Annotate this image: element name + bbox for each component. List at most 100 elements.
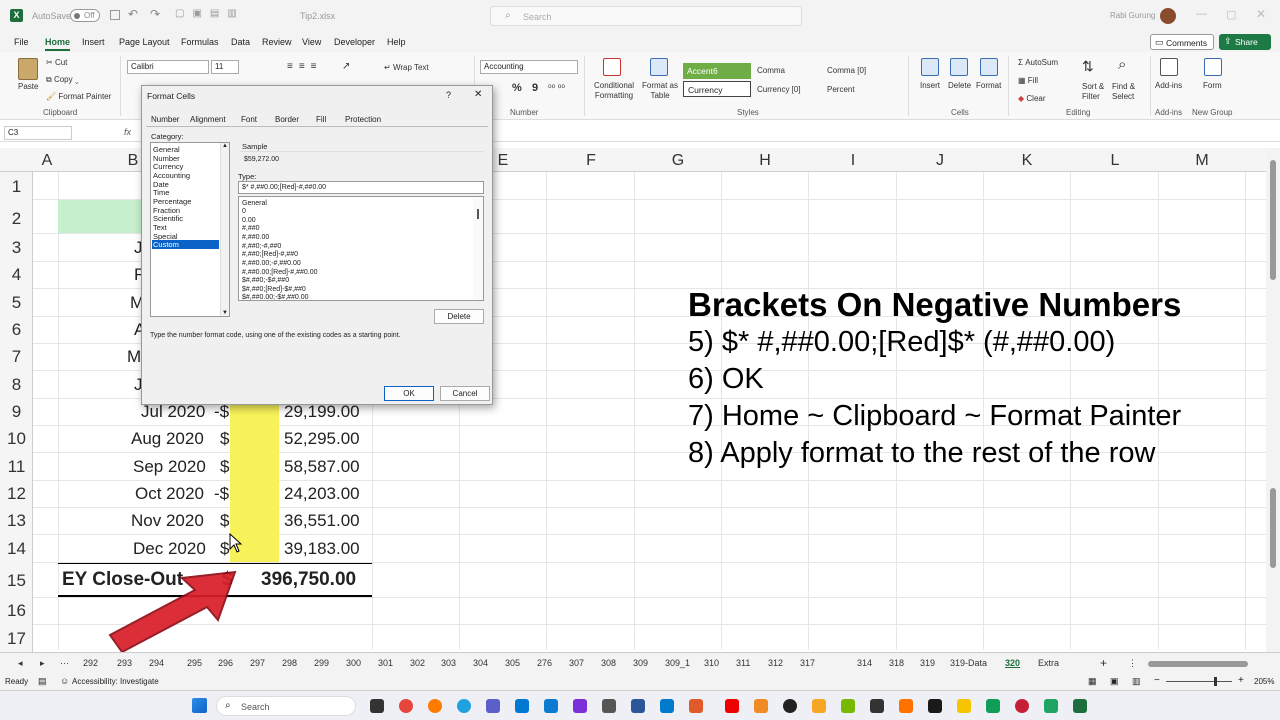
cell-total-amount[interactable]: 396,750.00 <box>261 569 356 591</box>
row-header-13[interactable]: 13 <box>0 511 33 531</box>
row-header-7[interactable]: 7 <box>0 347 33 367</box>
add-sheet-icon[interactable]: + <box>1100 656 1107 670</box>
dialog-tab-protection[interactable]: Protection <box>345 115 381 124</box>
tab-developer[interactable]: Developer <box>334 37 375 47</box>
row-header-9[interactable]: 9 <box>0 402 33 422</box>
youtube-icon[interactable] <box>725 699 739 713</box>
style-comma0[interactable]: Comma [0] <box>827 66 866 75</box>
type-input[interactable]: $* #,##0.00;[Red]-#,##0.00 <box>238 181 484 194</box>
tab-page-layout[interactable]: Page Layout <box>119 37 170 47</box>
sheet-tab[interactable]: 305 <box>505 658 520 668</box>
category-item[interactable]: Text <box>153 223 167 232</box>
maximize-icon[interactable]: ▢ <box>1226 8 1236 21</box>
cell-sym[interactable]: $ <box>220 457 229 477</box>
edge-icon[interactable] <box>457 699 471 713</box>
type-item[interactable]: #,##0.00;-#,##0.00 <box>242 259 301 268</box>
conditional-formatting-icon[interactable] <box>603 58 621 76</box>
app-icon[interactable] <box>1015 699 1029 713</box>
ok-button[interactable]: OK <box>384 386 434 401</box>
form-label[interactable]: Form <box>1203 81 1222 90</box>
type-item[interactable]: #,##0.00 <box>242 233 269 242</box>
autosave-toggle[interactable]: Off <box>70 9 100 22</box>
format-cells-label[interactable]: Format <box>976 81 1001 90</box>
addins-label[interactable]: Add-ins <box>1155 81 1182 90</box>
cell-month[interactable]: Nov 2020 <box>131 511 204 531</box>
cancel-button[interactable]: Cancel <box>440 386 490 401</box>
app-icon[interactable] <box>870 699 884 713</box>
category-item[interactable]: Accounting <box>153 171 190 180</box>
style-percent[interactable]: Percent <box>827 85 855 94</box>
sheet-tab[interactable]: 296 <box>218 658 233 668</box>
cell-month[interactable]: Sep 2020 <box>133 457 206 477</box>
app-icon[interactable] <box>899 699 913 713</box>
col-header-h[interactable]: H <box>758 152 772 170</box>
zoom-slider-thumb[interactable] <box>1214 677 1217 686</box>
dialog-help-button[interactable]: ? <box>446 90 451 100</box>
windows-start-icon[interactable] <box>192 698 207 713</box>
row-header-14[interactable]: 14 <box>0 539 33 559</box>
cut-button[interactable]: ✂ Cut <box>46 58 67 67</box>
cell-month[interactable]: Aug 2020 <box>131 429 204 449</box>
comma-style-button[interactable]: 9 <box>532 82 538 94</box>
sheet-tab[interactable]: 304 <box>473 658 488 668</box>
sheet-tab[interactable]: 295 <box>187 658 202 668</box>
type-item[interactable]: 0 <box>242 207 246 216</box>
dialog-tab-font[interactable]: Font <box>241 115 257 124</box>
page-layout-view-icon[interactable]: ▣ <box>1110 676 1119 687</box>
col-header-l[interactable]: L <box>1108 152 1122 170</box>
style-comma[interactable]: Comma <box>757 66 785 75</box>
category-item[interactable]: Scientific <box>153 214 183 223</box>
dialog-close-icon[interactable]: ✕ <box>474 89 482 100</box>
insert-cells-icon[interactable] <box>921 58 939 76</box>
style-currency[interactable]: Currency <box>683 81 751 97</box>
scroll-thumb[interactable] <box>1270 160 1276 280</box>
firefox-icon[interactable] <box>428 699 442 713</box>
tab-scroll-right-icon[interactable]: ▸ <box>40 658 45 669</box>
sheet-tab[interactable]: 319 <box>920 658 935 668</box>
font-name-combo[interactable]: Calibri <box>127 60 209 74</box>
paste-label[interactable]: Paste <box>18 82 38 91</box>
app-icon[interactable] <box>754 699 768 713</box>
row-header-8[interactable]: 8 <box>0 375 33 395</box>
tab-formulas[interactable]: Formulas <box>181 37 219 47</box>
cell-amount[interactable]: 36,551.00 <box>284 511 360 531</box>
sheet-tab[interactable]: 294 <box>149 658 164 668</box>
sheet-tab[interactable]: 292 <box>83 658 98 668</box>
format-as-table-icon[interactable] <box>650 58 668 76</box>
page-break-view-icon[interactable]: ▥ <box>1132 676 1141 687</box>
sheet-tab[interactable]: 310 <box>704 658 719 668</box>
sheet-tab[interactable]: 297 <box>250 658 265 668</box>
scroll-up-icon[interactable]: ▲ <box>222 143 228 149</box>
sheet-tab[interactable]: 318 <box>889 658 904 668</box>
comments-button[interactable]: ▭ Comments <box>1150 34 1214 50</box>
app-icon[interactable] <box>573 699 587 713</box>
insert-cells-label[interactable]: Insert <box>920 81 940 90</box>
cell-sym[interactable]: $ <box>220 511 229 531</box>
app-icon[interactable] <box>1044 699 1058 713</box>
row-header-2[interactable]: 2 <box>0 209 33 229</box>
sheet-tab[interactable]: 302 <box>410 658 425 668</box>
photos-icon[interactable] <box>544 699 558 713</box>
conditional-formatting-label[interactable]: Conditional Formatting <box>590 81 638 101</box>
sheet-tab[interactable]: 293 <box>117 658 132 668</box>
row-header-4[interactable]: 4 <box>0 265 33 285</box>
sheet-tab[interactable]: 317 <box>800 658 815 668</box>
zoom-level[interactable]: 205% <box>1254 677 1274 686</box>
vscode-icon[interactable] <box>660 699 674 713</box>
delete-cells-icon[interactable] <box>950 58 968 76</box>
scroll-thumb[interactable] <box>477 209 479 219</box>
align-icons[interactable]: ≡≡≡ <box>287 61 323 72</box>
sheet-tab[interactable]: 319-Data <box>950 658 987 668</box>
addins-icon[interactable] <box>1160 58 1178 76</box>
sheet-tab[interactable]: 311 <box>736 658 750 668</box>
style-accent6[interactable]: Accent6 <box>683 63 751 79</box>
app-icon[interactable] <box>812 699 826 713</box>
cell-amount[interactable]: 39,183.00 <box>284 539 360 559</box>
wrap-text-button[interactable]: ↵ Wrap Text <box>384 63 429 72</box>
autosum-button[interactable]: Σ AutoSum <box>1018 58 1058 67</box>
category-item[interactable]: Percentage <box>153 197 191 206</box>
type-scrollbar[interactable] <box>473 197 483 300</box>
save-icon[interactable] <box>110 10 120 20</box>
app-icon[interactable] <box>986 699 1000 713</box>
type-item[interactable]: #,##0 <box>242 224 260 233</box>
